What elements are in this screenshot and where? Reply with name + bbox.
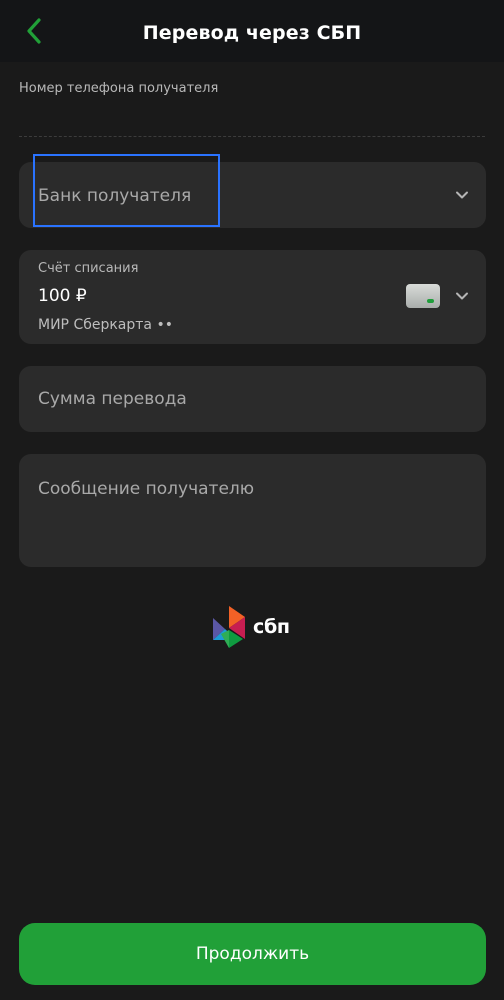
bank-card-icon: [406, 284, 440, 308]
chevron-down-icon: [456, 191, 468, 199]
account-balance: 100 ₽: [38, 286, 87, 306]
message-field: [19, 454, 486, 567]
account-select[interactable]: Счёт списания 100 ₽ МИР Сберкарта ••: [19, 250, 486, 344]
sbp-logo-text: сбп: [253, 616, 290, 638]
continue-button[interactable]: Продолжить: [19, 923, 486, 985]
chevron-down-icon: [456, 292, 468, 300]
phone-label: Номер телефона получателя: [19, 81, 219, 96]
app-header: Перевод через СБП: [0, 0, 504, 62]
phone-input[interactable]: [19, 100, 485, 137]
account-card-name: МИР Сберкарта ••: [38, 317, 173, 333]
sbp-logo-icon: [213, 606, 245, 648]
page-title: Перевод через СБП: [142, 22, 362, 44]
bank-placeholder: Банк получателя: [38, 186, 192, 206]
amount-field: [19, 366, 486, 432]
account-caption: Счёт списания: [38, 261, 139, 276]
message-input[interactable]: [38, 476, 467, 502]
sbp-logo: сбп: [211, 604, 290, 650]
amount-input[interactable]: [38, 386, 467, 412]
bank-select[interactable]: Банк получателя: [19, 154, 486, 228]
